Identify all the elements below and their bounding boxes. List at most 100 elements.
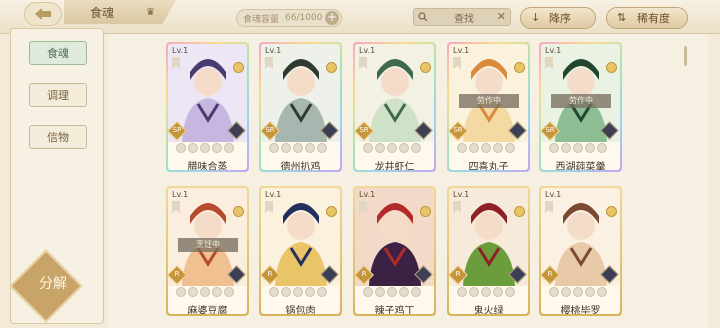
star-badge-icon bbox=[606, 62, 617, 73]
star-rating bbox=[549, 143, 607, 153]
star-icon bbox=[505, 143, 515, 153]
rarity-label: SR bbox=[545, 126, 555, 134]
rarity-sort-label: 稀有度 bbox=[637, 12, 670, 25]
top-bar: 食魂 ♛ 食魂容量 66 /1000 + 查找 ✕ ↓ 降序 ⇅ 稀有度 bbox=[0, 0, 720, 34]
food-soul-card[interactable]: Lv.1 R 锅包肉 bbox=[259, 186, 342, 316]
food-soul-name: 麻婆豆腐 bbox=[187, 306, 228, 314]
rarity-label: R bbox=[361, 270, 367, 278]
sort-arrow-icon: ↓ bbox=[531, 11, 541, 24]
side-tab-food-souls[interactable]: 食魂 bbox=[29, 41, 87, 65]
level-label: Lv.1 bbox=[172, 46, 189, 55]
food-soul-card[interactable]: Lv.1 R 鬼火绿 bbox=[447, 186, 530, 316]
card-frame: Lv.1 SP 腊味合蒸 bbox=[168, 44, 247, 170]
star-icon bbox=[176, 143, 186, 153]
star-icon bbox=[269, 287, 279, 297]
rarity-label: SR bbox=[359, 126, 369, 134]
sort-order-button[interactable]: ↓ 降序 bbox=[520, 7, 596, 29]
star-icon bbox=[212, 287, 222, 297]
star-icon bbox=[269, 143, 279, 153]
star-icon bbox=[200, 143, 210, 153]
rarity-label: SP bbox=[172, 126, 182, 134]
level-label: Lv.1 bbox=[545, 190, 562, 199]
star-icon bbox=[281, 143, 291, 153]
food-soul-card[interactable]: Lv.1 SP 腊味合蒸 bbox=[166, 42, 249, 172]
star-rating bbox=[457, 143, 515, 153]
star-rating bbox=[269, 143, 327, 153]
food-soul-card[interactable]: Lv.1 SR 劳作中 西湖莼菜羹 bbox=[539, 42, 622, 172]
card-frame: Lv.1 SR 德州扒鸡 bbox=[261, 44, 340, 170]
add-capacity-button[interactable]: + bbox=[325, 11, 339, 25]
rarity-label: SR bbox=[265, 126, 275, 134]
food-soul-card[interactable]: Lv.1 SR 龙井虾仁 bbox=[353, 42, 436, 172]
star-icon bbox=[585, 287, 595, 297]
rarity-label: SR bbox=[453, 126, 463, 134]
level-label: Lv.1 bbox=[265, 190, 282, 199]
star-badge-icon bbox=[233, 206, 244, 217]
star-icon bbox=[387, 143, 397, 153]
star-icon bbox=[457, 143, 467, 153]
card-frame: Lv.1 R 樱桃毕罗 bbox=[541, 188, 620, 314]
star-icon bbox=[561, 143, 571, 153]
rarity-sort-button[interactable]: ⇅ 稀有度 bbox=[606, 7, 688, 29]
star-rating bbox=[363, 287, 421, 297]
star-icon bbox=[363, 287, 373, 297]
star-rating bbox=[176, 287, 234, 297]
side-tab-tokens[interactable]: 信物 bbox=[29, 125, 87, 149]
food-soul-name: 德州扒鸡 bbox=[280, 162, 321, 170]
food-soul-name: 四喜丸子 bbox=[468, 162, 509, 170]
star-icon bbox=[224, 287, 234, 297]
star-icon bbox=[597, 143, 607, 153]
status-banner: 劳作中 bbox=[551, 94, 611, 108]
food-soul-card[interactable]: Lv.1 SR 德州扒鸡 bbox=[259, 42, 342, 172]
star-icon bbox=[363, 143, 373, 153]
star-icon bbox=[469, 287, 479, 297]
clear-search-icon[interactable]: ✕ bbox=[497, 10, 506, 23]
page-title-tab: 食魂 ♛ bbox=[64, 0, 176, 24]
star-icon bbox=[305, 287, 315, 297]
scrollbar[interactable] bbox=[684, 46, 687, 66]
food-soul-name: 锅包肉 bbox=[285, 306, 316, 314]
star-badge-icon bbox=[606, 206, 617, 217]
food-soul-name: 腊味合蒸 bbox=[187, 162, 228, 170]
star-icon bbox=[224, 143, 234, 153]
side-tab-label: 调理 bbox=[47, 89, 69, 102]
level-label: Lv.1 bbox=[453, 46, 470, 55]
star-rating bbox=[457, 287, 515, 297]
rarity-label: R bbox=[455, 270, 461, 278]
food-soul-name: 西湖莼菜羹 bbox=[555, 162, 606, 170]
star-icon bbox=[573, 143, 583, 153]
search-box[interactable]: 查找 ✕ bbox=[413, 8, 511, 26]
star-icon bbox=[375, 143, 385, 153]
star-icon bbox=[212, 143, 222, 153]
star-rating bbox=[269, 287, 327, 297]
star-icon bbox=[399, 143, 409, 153]
food-soul-name: 辣子鸡丁 bbox=[374, 306, 415, 314]
side-tab-cooking[interactable]: 调理 bbox=[29, 83, 87, 107]
side-tab-label: 信物 bbox=[47, 131, 69, 144]
level-label: Lv.1 bbox=[172, 190, 189, 199]
star-icon bbox=[188, 143, 198, 153]
crown-icon: ♛ bbox=[146, 7, 155, 18]
star-icon bbox=[481, 287, 491, 297]
status-banner: 烹饪中 bbox=[178, 238, 238, 252]
star-icon bbox=[585, 143, 595, 153]
star-icon bbox=[317, 287, 327, 297]
level-label: Lv.1 bbox=[453, 190, 470, 199]
star-badge-icon bbox=[420, 206, 431, 217]
star-icon bbox=[293, 287, 303, 297]
star-rating bbox=[176, 143, 234, 153]
food-soul-card[interactable]: Lv.1 R 烹饪中 麻婆豆腐 bbox=[166, 186, 249, 316]
star-icon bbox=[305, 143, 315, 153]
search-icon bbox=[418, 12, 428, 22]
level-label: Lv.1 bbox=[545, 46, 562, 55]
star-icon bbox=[188, 287, 198, 297]
rarity-label: R bbox=[174, 270, 180, 278]
food-soul-card[interactable]: Lv.1 SR 劳作中 四喜丸子 bbox=[447, 42, 530, 172]
star-icon bbox=[481, 143, 491, 153]
food-soul-card[interactable]: Lv.1 R 辣子鸡丁 bbox=[353, 186, 436, 316]
star-badge-icon bbox=[326, 62, 337, 73]
star-rating bbox=[363, 143, 421, 153]
back-button[interactable] bbox=[24, 2, 62, 26]
food-soul-card[interactable]: Lv.1 R 樱桃毕罗 bbox=[539, 186, 622, 316]
card-frame: Lv.1 R 鬼火绿 bbox=[449, 188, 528, 314]
